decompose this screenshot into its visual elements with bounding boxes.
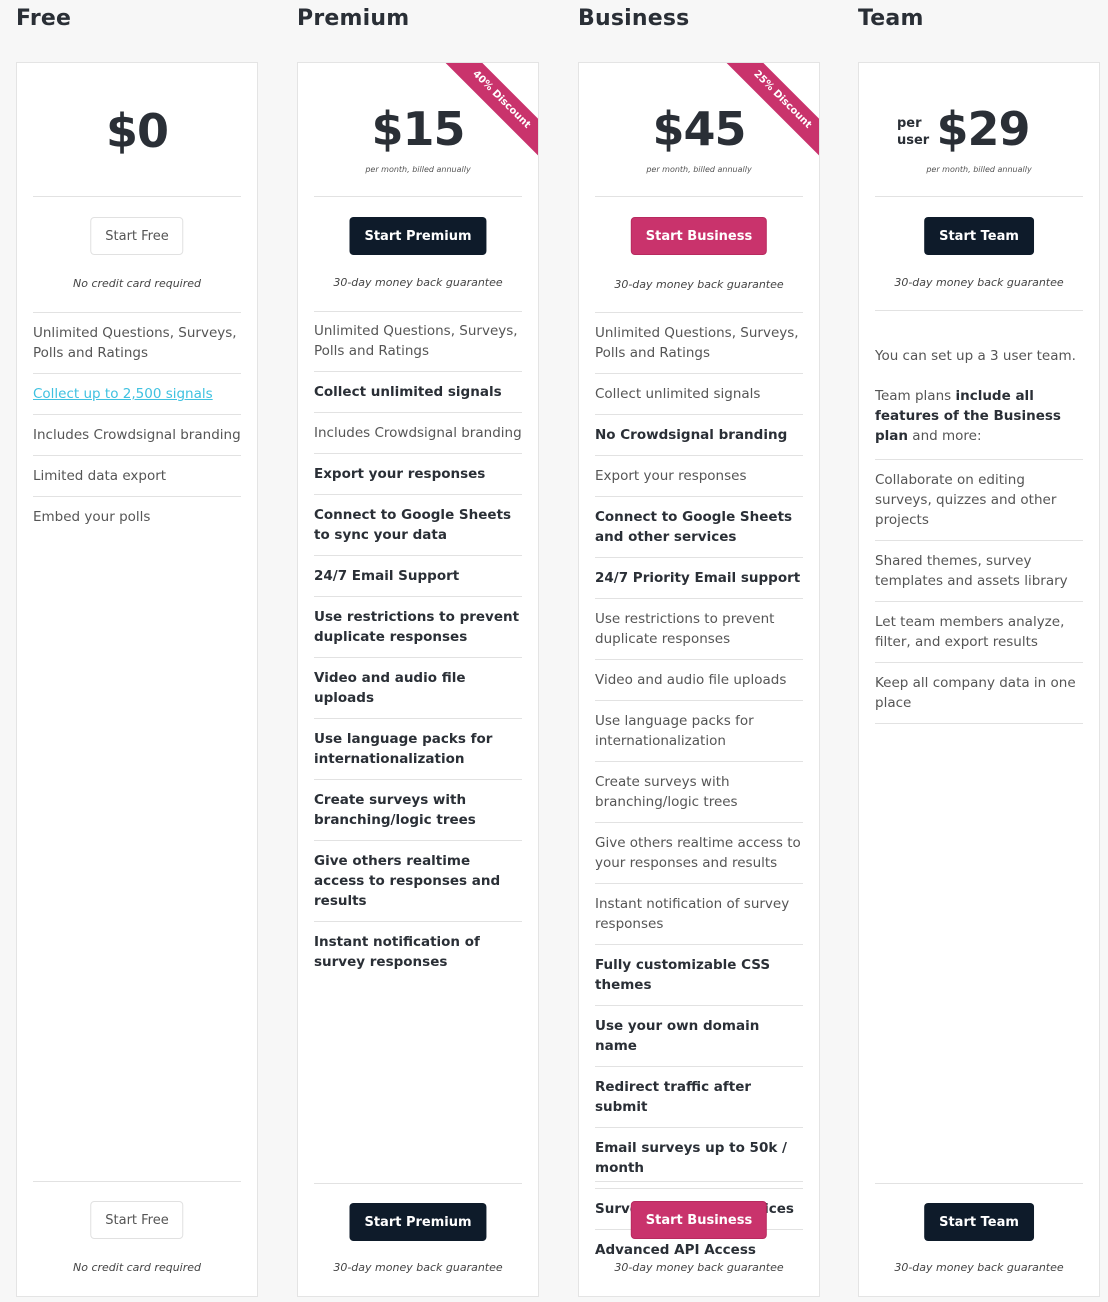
feature-item: Let team members analyze, filter, and ex…	[875, 602, 1083, 663]
plan-title: Free	[16, 6, 72, 31]
price: $45	[652, 102, 746, 156]
feature-item: Create surveys with branching/logic tree…	[314, 780, 522, 841]
feature-item: Use your own domain name	[595, 1006, 803, 1067]
price-note: per month, billed annually	[926, 165, 1032, 174]
divider	[875, 196, 1083, 197]
price-block: $15 per month, billed annually	[298, 63, 538, 197]
price: $29	[936, 102, 1030, 156]
feature-item: Collaborate on editing surveys, quizzes …	[875, 460, 1083, 541]
feature-item: Give others realtime access to responses…	[314, 841, 522, 922]
feature-item: Use language packs for internationalizat…	[314, 719, 522, 780]
feature-item: Video and audio file uploads	[314, 658, 522, 719]
feature-item: Includes Crowdsignal branding	[314, 413, 522, 454]
feature-item: Create surveys with branching/logic tree…	[595, 762, 803, 823]
plan-card-business: 25% Discount $45 per month, billed annua…	[578, 62, 820, 1297]
feature-item: Instant notification of survey responses	[595, 884, 803, 945]
start-team-button-bottom[interactable]: Start Team	[924, 1203, 1034, 1241]
feature-item: Export your responses	[595, 456, 803, 497]
start-premium-button-top[interactable]: Start Premium	[349, 217, 487, 255]
plan-card-team: per user $29 per month, billed annually …	[858, 62, 1100, 1297]
feature-item: Email surveys up to 50k / month	[595, 1128, 803, 1189]
feature-item: Collect unlimited signals	[595, 374, 803, 415]
cta-note: 30-day money back guarantee	[894, 276, 1064, 289]
start-team-button-top[interactable]: Start Team	[924, 217, 1034, 255]
feature-item: No Crowdsignal branding	[595, 415, 803, 456]
feature-item: Unlimited Questions, Surveys, Polls and …	[314, 311, 522, 372]
feature-item: Video and audio file uploads	[595, 660, 803, 701]
feature-item: Instant notification of survey responses	[314, 934, 480, 970]
plan-card-free: $0 Start Free No credit card required Un…	[16, 62, 258, 1297]
divider	[595, 1181, 803, 1182]
plan-column-free: Free $0 Start Free No credit card requir…	[16, 0, 258, 1302]
price: $15	[371, 102, 465, 156]
plan-column-premium: Premium 40% Discount $15 per month, bill…	[297, 0, 539, 1302]
team-size-note: You can set up a 3 user team.	[875, 348, 1076, 364]
price: $0	[105, 104, 169, 158]
feature-item: Fully customizable CSS themes	[595, 945, 803, 1006]
feature-item: Use restrictions to prevent duplicate re…	[595, 599, 803, 660]
divider	[33, 196, 241, 197]
divider	[314, 1183, 522, 1184]
team-plan-intro: Team plans include all features of the B…	[875, 386, 1089, 446]
start-premium-button-bottom[interactable]: Start Premium	[349, 1203, 487, 1241]
intro-text: and more:	[908, 428, 982, 444]
feature-item: Collect unlimited signals	[314, 372, 522, 413]
divider	[595, 196, 803, 197]
feature-item: Use language packs for internationalizat…	[595, 701, 803, 762]
feature-item: Includes Crowdsignal branding	[33, 415, 241, 456]
feature-item: Unlimited Questions, Surveys, Polls and …	[33, 313, 241, 374]
feature-item: Redirect traffic after submit	[595, 1067, 803, 1128]
price-block: $0	[17, 63, 257, 197]
price-block: $45 per month, billed annually	[579, 63, 819, 197]
feature-item: 24/7 Priority Email support	[595, 558, 803, 599]
cta-note: 30-day money back guarantee	[333, 1261, 503, 1274]
feature-list: Unlimited Questions, Surveys, Polls and …	[595, 313, 803, 1270]
divider	[875, 1183, 1083, 1184]
divider	[314, 196, 522, 197]
feature-item: 24/7 Email Support	[314, 556, 522, 597]
plan-title: Premium	[297, 6, 410, 31]
start-business-button-bottom[interactable]: Start Business	[630, 1201, 768, 1239]
cta-note: 30-day money back guarantee	[614, 1261, 784, 1274]
feature-link-signals[interactable]: Collect up to 2,500 signals	[33, 374, 241, 415]
feature-item: Connect to Google Sheets to sync your da…	[314, 495, 522, 556]
feature-item: Connect to Google Sheets and other servi…	[595, 497, 803, 558]
plan-title: Team	[858, 6, 924, 31]
start-free-button-top[interactable]: Start Free	[90, 217, 184, 255]
plan-column-business: Business 25% Discount $45 per month, bil…	[578, 0, 820, 1302]
price-note: per month, billed annually	[646, 165, 752, 174]
feature-item: Limited data export	[33, 456, 241, 497]
feature-item: Embed your polls	[33, 509, 151, 525]
feature-item: Use restrictions to prevent duplicate re…	[314, 597, 522, 658]
intro-text: Team plans	[875, 388, 956, 404]
cta-note: No credit card required	[72, 1261, 201, 1274]
feature-list: Unlimited Questions, Surveys, Polls and …	[314, 311, 522, 982]
divider	[875, 310, 1083, 311]
feature-item: Unlimited Questions, Surveys, Polls and …	[595, 313, 803, 374]
plan-column-team: Team per user $29 per month, billed annu…	[858, 0, 1100, 1302]
feature-item: Keep all company data in one place	[875, 663, 1083, 724]
cta-note: 30-day money back guarantee	[614, 278, 784, 291]
divider	[33, 1181, 241, 1182]
plan-card-premium: 40% Discount $15 per month, billed annua…	[297, 62, 539, 1297]
feature-item: Give others realtime access to your resp…	[595, 823, 803, 884]
price-block: per user $29 per month, billed annually	[859, 63, 1099, 197]
cta-note: No credit card required	[72, 277, 201, 290]
start-free-button-bottom[interactable]: Start Free	[90, 1201, 184, 1239]
price-note: per month, billed annually	[365, 165, 471, 174]
start-business-button-top[interactable]: Start Business	[630, 217, 768, 255]
feature-list: Collaborate on editing surveys, quizzes …	[875, 460, 1083, 724]
feature-item: Export your responses	[314, 454, 522, 495]
feature-list: Unlimited Questions, Surveys, Polls and …	[33, 313, 241, 537]
cta-note: 30-day money back guarantee	[894, 1261, 1064, 1274]
cta-note: 30-day money back guarantee	[333, 276, 503, 289]
plan-title: Business	[578, 6, 690, 31]
feature-item: Shared themes, survey templates and asse…	[875, 541, 1083, 602]
